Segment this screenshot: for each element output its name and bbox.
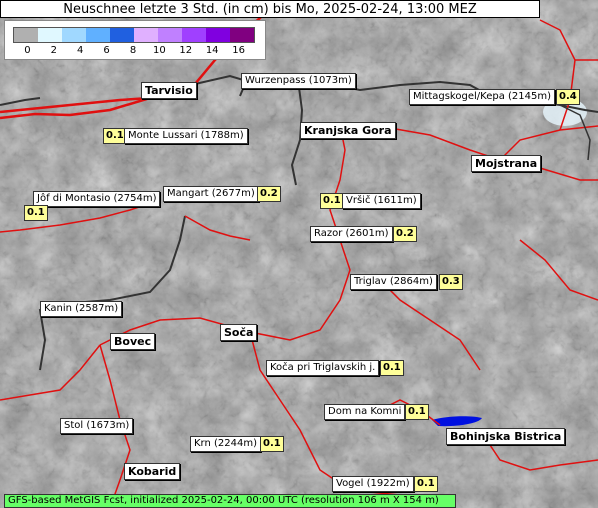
forecast-footer: GFS-based MetGIS Fcst, initialized 2025-… [4,494,456,508]
legend-swatch [158,28,182,42]
station-label-wurzenpass: Wurzenpass (1073m) [241,73,356,89]
legend-tick-label: 14 [205,45,219,56]
legend-swatch [62,28,86,42]
town-label-soca: Soča [220,324,258,341]
town-label-tarvisio: Tarvisio [141,82,197,99]
legend-tick-label: 12 [179,45,193,56]
station-label-mittagskogel: Mittagskogel/Kepa (2145m) [409,89,555,105]
station-label-triglav: Triglav (2864m) [350,274,437,290]
legend-swatch [182,28,206,42]
legend-swatch [230,28,254,42]
town-label-bovec: Bovec [110,333,156,350]
station-label-vrsic: Vršič (1611m) [342,193,421,209]
station-label-vogel: Vogel (1922m) [332,476,414,492]
legend-tick-label: 6 [103,45,110,56]
town-label-mojstrana: Mojstrana [471,155,542,172]
legend-tick-label: 8 [129,45,137,56]
station-label-krn: Krn (2244m) [190,436,262,452]
station-label-razor: Razor (2601m) [310,226,393,242]
snow-value-mittagskogel: 0.4 [556,89,580,105]
town-label-kobarid: Kobarid [124,463,181,480]
snow-value-mangart: 0.2 [257,186,281,202]
snow-value-dom-na-komni: 0.1 [405,404,429,420]
legend-tick-label: 4 [77,45,84,56]
legend-swatch [86,28,110,42]
snow-value-vrsic: 0.1 [320,193,344,209]
station-label-kanin: Kanin (2587m) [40,301,123,317]
legend-swatch [38,28,62,42]
legend-swatch [206,28,230,42]
snow-value-vogel: 0.1 [414,476,438,492]
legend-tick-label: 0 [24,45,31,56]
snow-value-krn: 0.1 [260,436,284,452]
station-label-jof-di-montasio: Jôf di Montasio (2754m) [33,191,161,207]
legend-swatch [134,28,158,42]
town-label-kranjska-gora: Kranjska Gora [300,122,396,139]
legend-tick-label: 10 [153,45,166,56]
snow-map: Neuschnee letzte 3 Std. (in cm) bis Mo, … [0,0,598,508]
town-label-bohinjska-bistrica: Bohinjska Bistrica [446,428,566,445]
station-label-stol: Stol (1673m) [60,418,134,434]
station-label-koca-pri-triglavskih: Koča pri Triglavskih j. [266,360,380,376]
station-label-dom-na-komni: Dom na Komni [324,404,406,420]
station-label-monte-lussari: Monte Lussari (1788m) [124,128,248,144]
snow-value-razor: 0.2 [393,226,417,242]
snow-value-koca-pri-triglavskih: 0.1 [380,360,404,376]
legend-tick-label: 16 [232,45,245,56]
legend-tick-label: 2 [50,45,57,56]
snow-value-jof-di-montasio: 0.1 [24,205,48,221]
snow-value-triglav: 0.3 [439,274,463,290]
legend-swatch [110,28,134,42]
map-title: Neuschnee letzte 3 Std. (in cm) bis Mo, … [0,0,540,18]
legend-color-bar [13,27,255,43]
station-label-mangart: Mangart (2677m) [163,186,259,202]
legend-swatch [14,28,38,42]
legend: 0 2 4 6 8 10 12 14 16 [4,20,266,60]
